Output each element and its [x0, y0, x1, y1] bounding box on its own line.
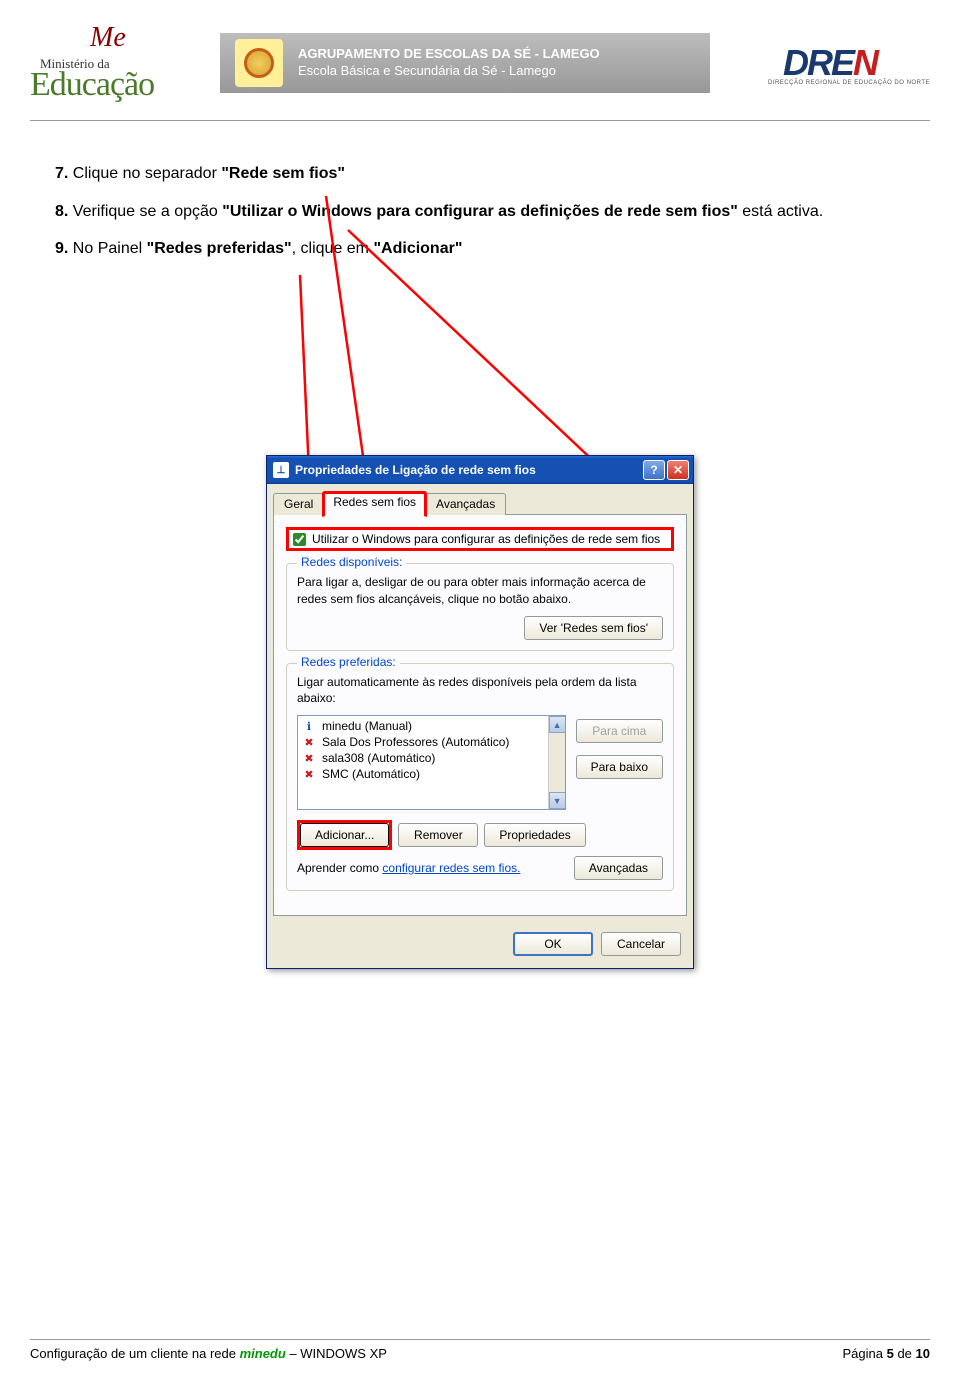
network-unavailable-icon: ✖: [302, 767, 316, 781]
logo-dren: DREN DIRECÇÃO REGIONAL DE EDUCAÇÃO DO NO…: [730, 42, 930, 84]
cancel-button[interactable]: Cancelar: [601, 932, 681, 956]
instruction-9-text-c: , clique em: [292, 240, 374, 257]
instruction-8: 8. Verifique se a opção "Utilizar o Wind…: [55, 199, 905, 225]
wifi-adapter-icon: ⊥: [273, 462, 289, 478]
close-button[interactable]: ✕: [667, 460, 689, 480]
ok-button[interactable]: OK: [513, 932, 593, 956]
network-ok-icon: ℹ: [302, 719, 316, 733]
instruction-8-number: 8.: [55, 203, 68, 220]
learn-config-link[interactable]: configurar redes sem fios.: [382, 861, 520, 875]
use-windows-config-checkbox[interactable]: [293, 533, 306, 546]
document-header: Me Ministério da Educação AGRUPAMENTO DE…: [0, 0, 960, 120]
preferred-networks-text: Ligar automaticamente às redes disponíve…: [297, 674, 663, 708]
logo-me-letters: Me: [90, 22, 126, 54]
school-crest-icon: [235, 39, 283, 87]
tab-geral[interactable]: Geral: [273, 493, 324, 515]
school-banner: AGRUPAMENTO DE ESCOLAS DA SÉ - LAMEGO Es…: [220, 33, 710, 93]
preferred-networks-legend: Redes preferidas:: [297, 655, 400, 669]
instruction-9-number: 9.: [55, 240, 68, 257]
network-label: sala308 (Automático): [322, 751, 435, 765]
preferred-networks-group: Redes preferidas: Ligar automaticamente …: [286, 663, 674, 892]
windows-dialog-screenshot: ⊥ Propriedades de Ligação de rede sem fi…: [266, 455, 694, 969]
add-network-button[interactable]: Adicionar...: [300, 823, 389, 847]
list-item[interactable]: ℹ minedu (Manual): [298, 718, 565, 734]
view-wireless-networks-button[interactable]: Ver 'Redes sem fios': [524, 616, 663, 640]
document-body: 7. Clique no separador "Rede sem fios" 8…: [0, 121, 960, 262]
instruction-9-bold-d: "Adicionar": [373, 240, 462, 257]
instruction-9-text-a: No Painel: [73, 240, 147, 257]
learn-text: Aprender como configurar redes sem fios.: [297, 861, 520, 875]
list-item[interactable]: ✖ SMC (Automático): [298, 766, 565, 782]
school-banner-text: AGRUPAMENTO DE ESCOLAS DA SÉ - LAMEGO Es…: [298, 46, 600, 80]
dren-letters: DRE: [783, 42, 853, 83]
preferred-networks-listbox[interactable]: ℹ minedu (Manual) ✖ Sala Dos Professores (A…: [297, 715, 566, 810]
dren-letter-n: N: [853, 42, 877, 83]
remove-network-button[interactable]: Remover: [398, 823, 478, 847]
listbox-scrollbar[interactable]: ▲ ▼: [548, 716, 565, 809]
list-item[interactable]: ✖ sala308 (Automático): [298, 750, 565, 766]
tab-avancadas[interactable]: Avançadas: [425, 493, 506, 515]
instruction-7-number: 7.: [55, 165, 68, 182]
tab-panel: Utilizar o Windows para configurar as de…: [273, 514, 687, 916]
footer-right: Página 5 de 10: [843, 1346, 930, 1361]
footer-left: Configuração de um cliente na rede mined…: [30, 1346, 387, 1361]
list-item[interactable]: ✖ Sala Dos Professores (Automático): [298, 734, 565, 750]
dialog-title: Propriedades de Ligação de rede sem fios: [295, 463, 643, 477]
add-button-highlight: Adicionar...: [297, 820, 392, 850]
instruction-7: 7. Clique no separador "Rede sem fios": [55, 161, 905, 187]
tab-redes-sem-fios[interactable]: Redes sem fios: [322, 491, 427, 517]
tab-strip: Geral Redes sem fios Avançadas: [267, 484, 693, 514]
use-windows-config-row: Utilizar o Windows para configurar as de…: [286, 527, 674, 551]
logo-ministerio-educacao: Me Ministério da Educação: [30, 20, 200, 105]
network-properties-button[interactable]: Propriedades: [484, 823, 585, 847]
logo-educacao-label: Educação: [30, 66, 154, 104]
wifi-properties-dialog: ⊥ Propriedades de Ligação de rede sem fi…: [266, 455, 694, 969]
instruction-9: 9. No Painel "Redes preferidas", clique …: [55, 236, 905, 262]
scroll-down-button[interactable]: ▼: [549, 792, 566, 809]
title-bar[interactable]: ⊥ Propriedades de Ligação de rede sem fi…: [267, 456, 693, 484]
scroll-up-button[interactable]: ▲: [549, 716, 566, 733]
available-networks-text: Para ligar a, desligar de ou para obter …: [297, 574, 663, 608]
dialog-footer: OK Cancelar: [267, 922, 693, 968]
school-name-line1: AGRUPAMENTO DE ESCOLAS DA SÉ - LAMEGO: [298, 46, 600, 63]
move-down-button[interactable]: Para baixo: [576, 755, 663, 779]
school-name-line2: Escola Básica e Secundária da Sé - Lameg…: [298, 63, 600, 80]
available-networks-legend: Redes disponíveis:: [297, 555, 406, 569]
help-button[interactable]: ?: [643, 460, 665, 480]
instruction-8-text-a: Verifique se a opção: [73, 203, 222, 220]
network-label: Sala Dos Professores (Automático): [322, 735, 509, 749]
dren-subtitle: DIRECÇÃO REGIONAL DE EDUCAÇÃO DO NORTE: [768, 80, 930, 86]
move-up-button[interactable]: Para cima: [576, 719, 663, 743]
page-footer: Configuração de um cliente na rede mined…: [30, 1339, 930, 1361]
available-networks-group: Redes disponíveis: Para ligar a, desliga…: [286, 563, 674, 651]
instruction-7-text-a: Clique no separador: [73, 165, 222, 182]
footer-divider: [30, 1339, 930, 1340]
network-unavailable-icon: ✖: [302, 751, 316, 765]
network-unavailable-icon: ✖: [302, 735, 316, 749]
advanced-button[interactable]: Avançadas: [574, 856, 663, 880]
network-label: minedu (Manual): [322, 719, 412, 733]
instruction-8-text-c: está activa.: [738, 203, 823, 220]
instruction-9-bold-b: "Redes preferidas": [147, 240, 292, 257]
use-windows-config-label: Utilizar o Windows para configurar as de…: [312, 532, 660, 546]
instruction-7-bold: "Rede sem fios": [221, 165, 345, 182]
instruction-8-bold: "Utilizar o Windows para configurar as d…: [222, 203, 738, 220]
network-label: SMC (Automático): [322, 767, 420, 781]
